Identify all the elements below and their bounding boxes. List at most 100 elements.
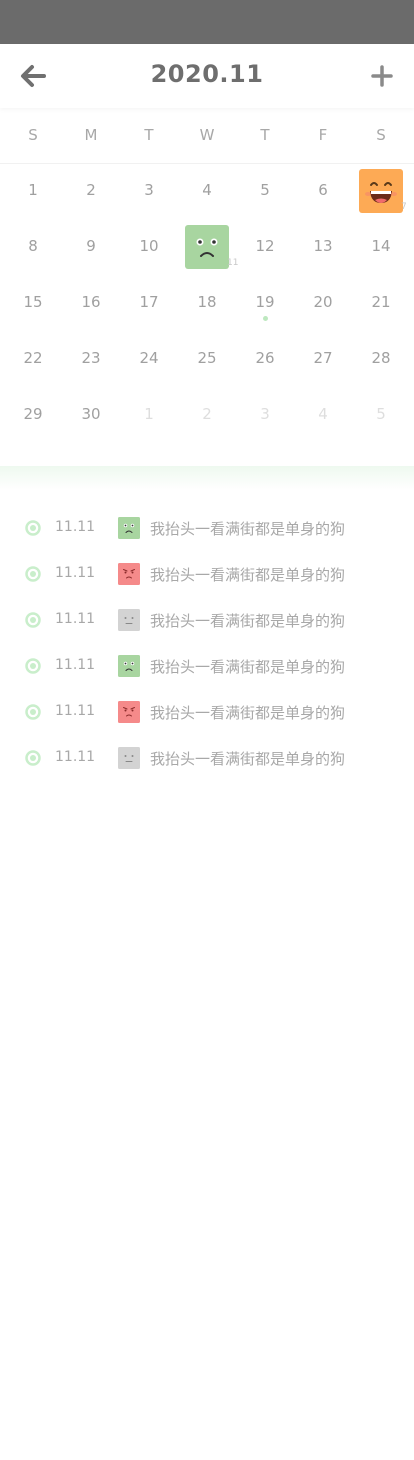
calendar-day[interactable]: 19 — [236, 276, 294, 332]
neutral-face-icon — [118, 609, 140, 631]
weekday-label: F — [318, 126, 328, 144]
add-button[interactable] — [368, 62, 396, 90]
record-item[interactable]: 11.11 我抬头一看满街都是单身的狗 — [0, 596, 414, 642]
section-divider — [0, 466, 414, 490]
page-title: 2020.11 — [150, 60, 264, 88]
calendar-day[interactable]: 20 — [294, 276, 352, 332]
day-number: 3 — [144, 181, 154, 199]
day-number: 2 — [86, 181, 96, 199]
day-number: 29 — [23, 405, 43, 423]
day-number: 23 — [81, 349, 101, 367]
day-number: 19 — [255, 293, 275, 311]
day-number: 1 — [144, 405, 154, 423]
day-number: 12 — [255, 237, 275, 255]
radio-ring-icon — [25, 658, 41, 674]
day-number: 8 — [28, 237, 38, 255]
calendar-day[interactable]: 21 — [352, 276, 410, 332]
calendar-day[interactable]: 14 — [352, 220, 410, 276]
plus-icon — [371, 65, 393, 87]
sad-face-icon — [118, 655, 140, 677]
entry-dot-indicator — [263, 316, 268, 321]
calendar-day[interactable]: 15 — [4, 276, 62, 332]
radio-ring-icon — [25, 750, 41, 766]
calendar-day[interactable]: 30 — [62, 388, 120, 444]
calendar-day[interactable]: 27 — [294, 332, 352, 388]
calendar-day[interactable]: 1 — [120, 388, 178, 444]
calendar-day[interactable]: 29 — [4, 388, 62, 444]
calendar-day[interactable]: 9 — [62, 220, 120, 276]
day-number: 21 — [371, 293, 391, 311]
day-number: 3 — [260, 405, 270, 423]
angry-face-icon — [118, 563, 140, 585]
day-number: 17 — [139, 293, 159, 311]
record-date: 11.11 — [55, 565, 96, 581]
calendar-day[interactable]: 25 — [178, 332, 236, 388]
calendar-day[interactable]: 18 — [178, 276, 236, 332]
day-number: 1 — [28, 181, 38, 199]
calendar-day[interactable]: 2 — [178, 388, 236, 444]
record-item[interactable]: 11.11 我抬头一看满街都是单身的狗 — [0, 688, 414, 734]
weekday-label: T — [260, 126, 270, 144]
radio-ring-icon — [25, 612, 41, 628]
record-text: 我抬头一看满街都是单身的狗 — [150, 704, 346, 722]
day-number: 16 — [81, 293, 101, 311]
angry-face-icon — [118, 701, 140, 723]
record-text: 我抬头一看满街都是单身的狗 — [150, 658, 346, 676]
status-bar — [0, 0, 414, 44]
weekday-label: S — [28, 126, 38, 144]
record-text: 我抬头一看满街都是单身的狗 — [150, 520, 346, 538]
calendar-day[interactable]: 6 — [294, 164, 352, 220]
day-number: 26 — [255, 349, 275, 367]
weekday-label: T — [144, 126, 154, 144]
day-number: 9 — [86, 237, 96, 255]
calendar-day[interactable]: 4 — [178, 164, 236, 220]
laugh-face-icon — [359, 169, 403, 213]
day-number: 25 — [197, 349, 217, 367]
radio-ring-icon — [25, 566, 41, 582]
calendar-day[interactable]: 4 — [294, 388, 352, 444]
sad-face-icon — [185, 225, 229, 269]
record-date: 11.11 — [55, 657, 96, 673]
day-number: 5 — [260, 181, 270, 199]
calendar-day[interactable]: 1 — [4, 164, 62, 220]
record-item[interactable]: 11.11 我抬头一看满街都是单身的狗 — [0, 504, 414, 550]
weekday-header: S M T W T F S — [0, 108, 414, 164]
day-number: 18 — [197, 293, 217, 311]
day-number: 4 — [318, 405, 328, 423]
day-number: 5 — [376, 405, 386, 423]
day-number: 10 — [139, 237, 159, 255]
calendar-day[interactable]: 24 — [120, 332, 178, 388]
day-number: 28 — [371, 349, 391, 367]
calendar-day[interactable]: 8 — [4, 220, 62, 276]
radio-ring-icon — [25, 704, 41, 720]
header: 2020.11 — [0, 44, 414, 108]
calendar-day[interactable]: 13 — [294, 220, 352, 276]
calendar-day[interactable]: 23 — [62, 332, 120, 388]
calendar-day[interactable]: 2 — [62, 164, 120, 220]
calendar-day[interactable]: 11 — [178, 220, 238, 276]
calendar-day[interactable]: 28 — [352, 332, 410, 388]
record-item[interactable]: 11.11 我抬头一看满街都是单身的狗 — [0, 550, 414, 596]
day-number: 2 — [202, 405, 212, 423]
calendar-day[interactable]: 12 — [236, 220, 294, 276]
calendar-day[interactable]: 26 — [236, 332, 294, 388]
day-number: 13 — [313, 237, 333, 255]
record-item[interactable]: 11.11 我抬头一看满街都是单身的狗 — [0, 734, 414, 780]
record-item[interactable]: 11.11 我抬头一看满街都是单身的狗 — [0, 642, 414, 688]
calendar-day[interactable]: 3 — [236, 388, 294, 444]
record-date: 11.11 — [55, 703, 96, 719]
day-number: 7 — [401, 202, 407, 212]
calendar-day[interactable]: 7 — [352, 164, 410, 220]
calendar-day[interactable]: 10 — [120, 220, 178, 276]
calendar-day[interactable]: 5 — [352, 388, 410, 444]
calendar-day[interactable]: 17 — [120, 276, 178, 332]
calendar-day[interactable]: 22 — [4, 332, 62, 388]
calendar-day[interactable]: 3 — [120, 164, 178, 220]
calendar-day[interactable]: 16 — [62, 276, 120, 332]
sad-face-icon — [118, 517, 140, 539]
record-date: 11.11 — [55, 611, 96, 627]
day-number: 24 — [139, 349, 159, 367]
calendar-day[interactable]: 5 — [236, 164, 294, 220]
radio-ring-icon — [25, 520, 41, 536]
record-text: 我抬头一看满街都是单身的狗 — [150, 612, 346, 630]
